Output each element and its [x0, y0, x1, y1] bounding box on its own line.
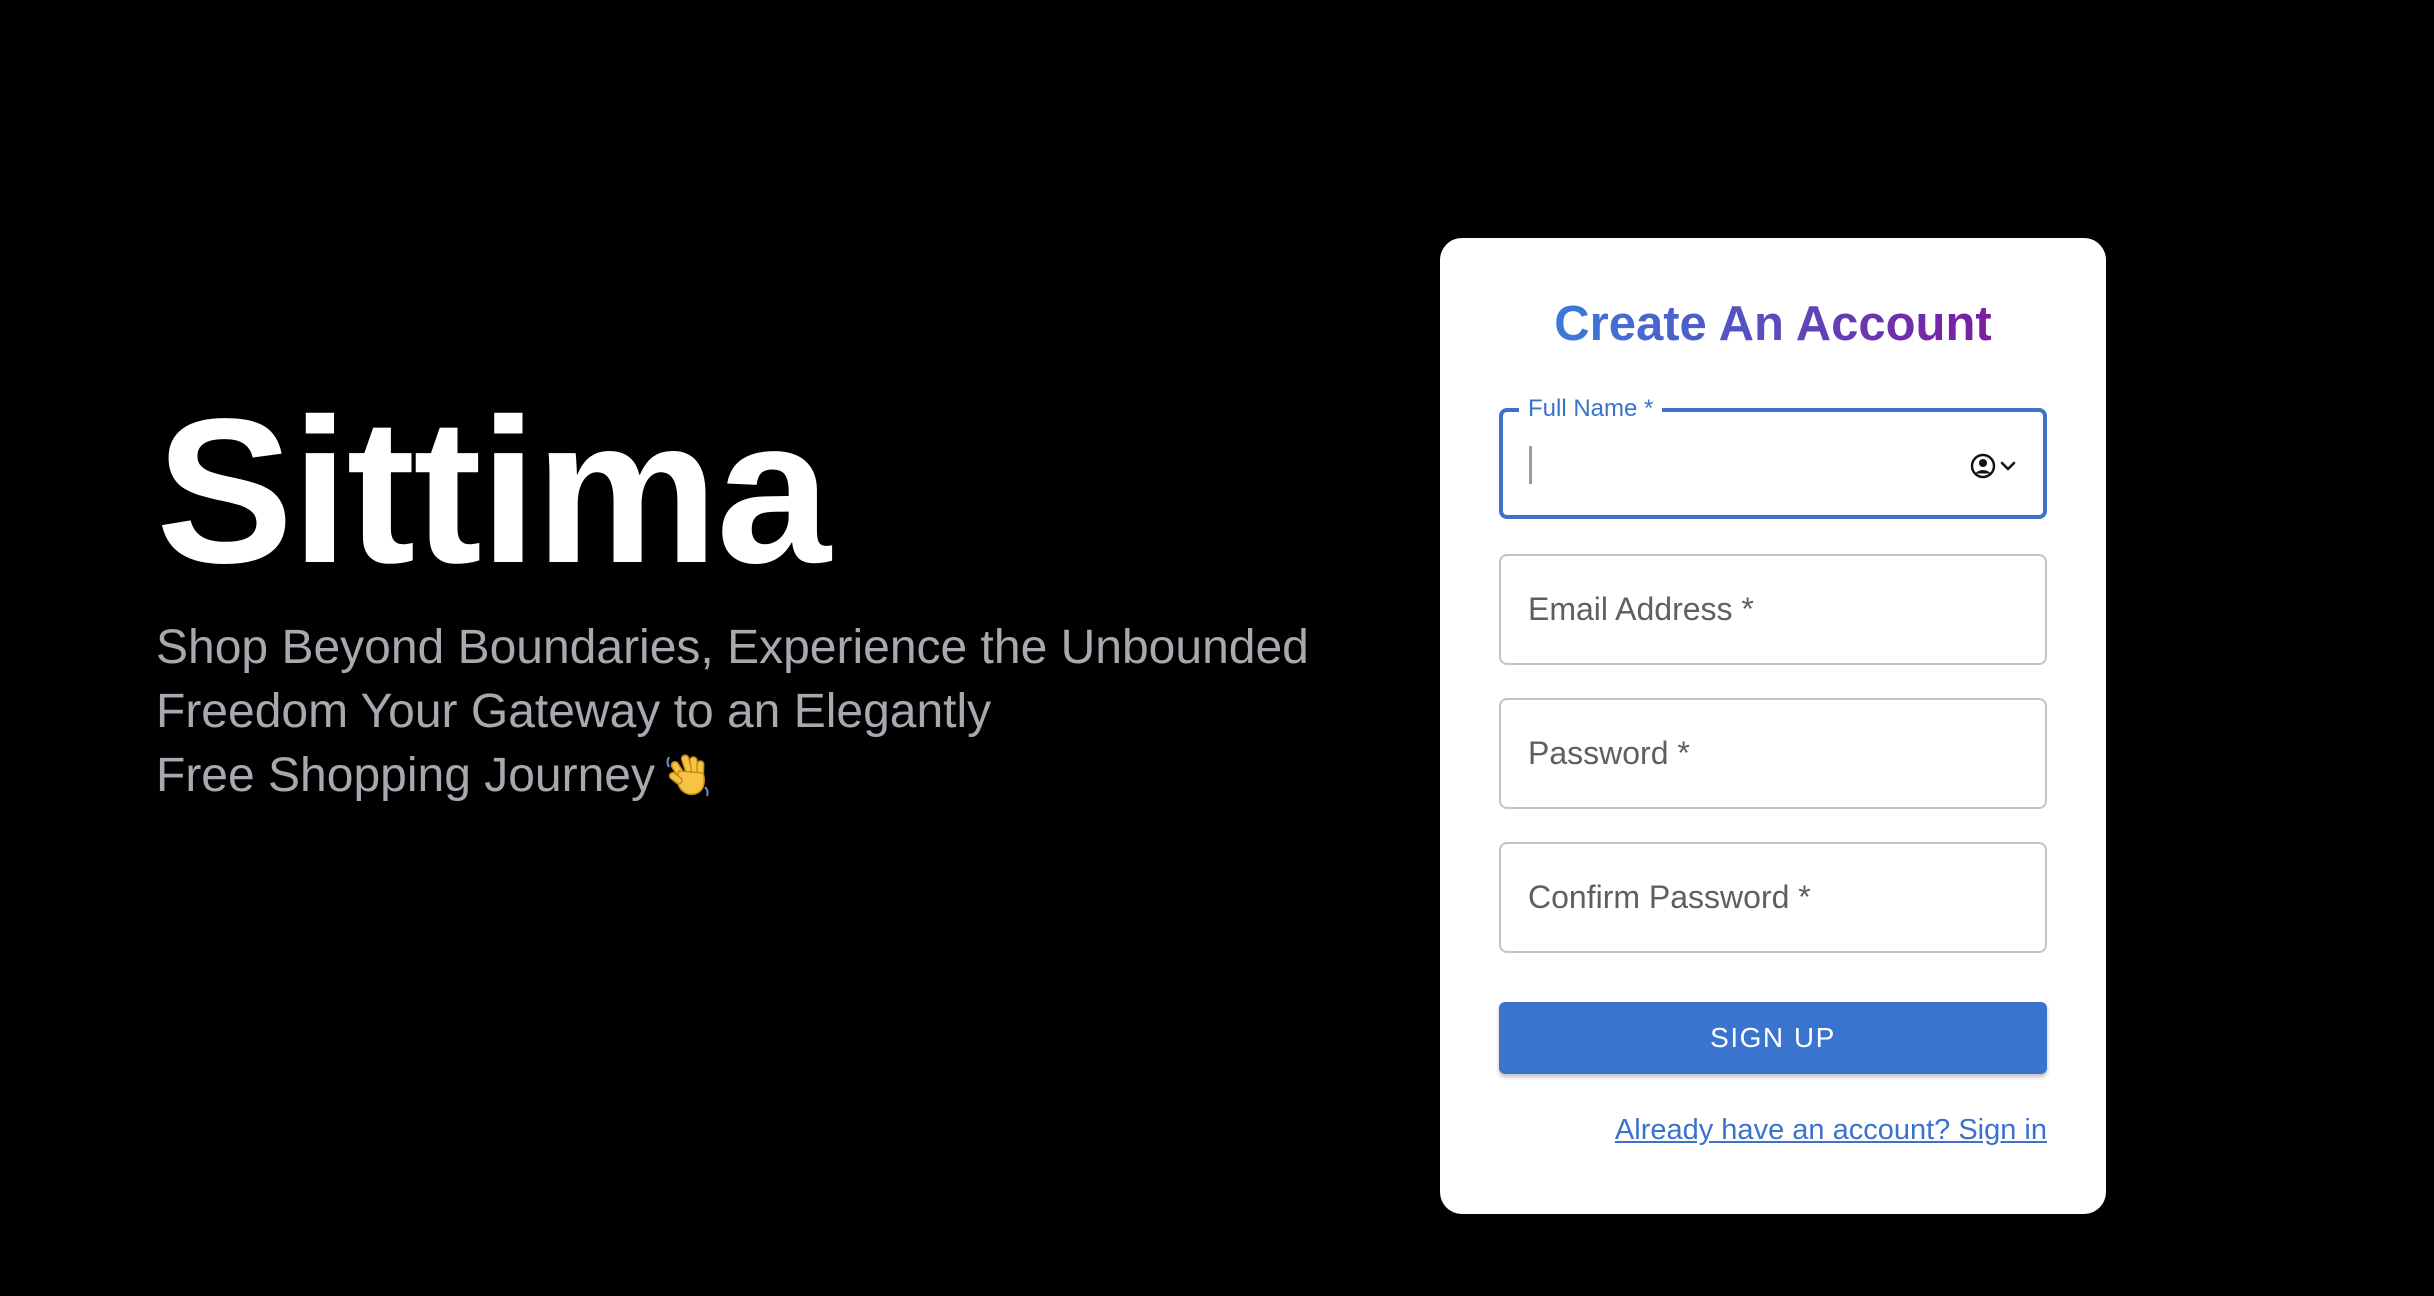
- email-label: Email Address *: [1528, 591, 1754, 627]
- text-caret: [1529, 446, 1532, 484]
- tagline-line-2: Freedom Your Gateway to an Elegantly: [156, 685, 992, 738]
- password-field[interactable]: Password *: [1499, 698, 2047, 809]
- form-title: Create An Account: [1440, 300, 2106, 349]
- tagline: Shop Beyond Boundaries, Experience the U…: [156, 616, 1386, 808]
- full-name-input[interactable]: [1525, 432, 1949, 496]
- confirm-password-field[interactable]: Confirm Password *: [1499, 842, 2047, 953]
- password-label: Password *: [1528, 735, 1690, 771]
- signup-card: Create An Account Full Name * Email Addr…: [1440, 238, 2106, 1214]
- tagline-line-1: Shop Beyond Boundaries, Experience the U…: [156, 621, 1309, 674]
- email-field[interactable]: Email Address *: [1499, 554, 2047, 665]
- sign-in-link[interactable]: Already have an account? Sign in: [1615, 1114, 2047, 1147]
- full-name-label: Full Name *: [1519, 392, 1663, 426]
- waving-hand-icon: [666, 754, 709, 797]
- signup-page: Sittima Shop Beyond Boundaries, Experien…: [0, 0, 2434, 1296]
- autofill-button[interactable]: [1969, 452, 2017, 480]
- chevron-down-icon: [2000, 461, 2016, 471]
- brand-title: Sittima: [156, 376, 831, 606]
- full-name-field[interactable]: Full Name *: [1499, 392, 2047, 519]
- confirm-password-label: Confirm Password *: [1528, 879, 1811, 915]
- person-circle-icon: [1970, 453, 1996, 479]
- sign-up-button[interactable]: SIGN UP: [1499, 1002, 2047, 1074]
- tagline-line-3-wrap: Free Shopping Journey: [156, 744, 1386, 808]
- hero-section: Sittima Shop Beyond Boundaries, Experien…: [156, 388, 1386, 808]
- tagline-line-3: Free Shopping Journey: [156, 749, 655, 802]
